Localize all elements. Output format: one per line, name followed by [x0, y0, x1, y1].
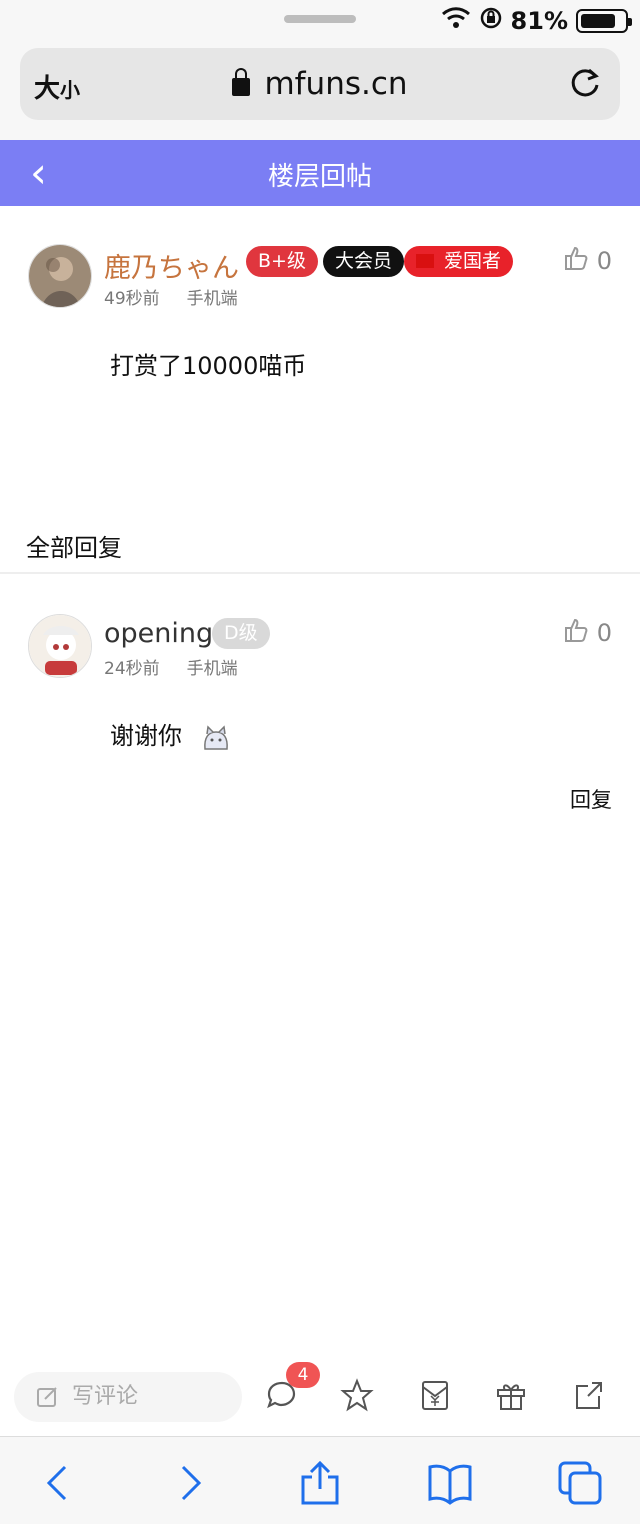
orientation-lock-icon — [479, 6, 503, 36]
share-icon[interactable] — [572, 1378, 606, 1412]
cat-sticker-icon — [200, 723, 232, 751]
bottom-toolbar: 写评论 4 — [0, 1360, 640, 1436]
reply-like-button[interactable]: 0 — [561, 616, 612, 650]
reply-author-name[interactable]: opening — [104, 618, 213, 649]
vip-badge: 大会员 — [323, 246, 405, 277]
back-icon[interactable] — [34, 1459, 82, 1507]
browser-chrome: 大小 mfuns.cn — [0, 40, 640, 140]
red-packet-icon[interactable] — [418, 1378, 452, 1412]
reply-level-badge: D级 — [212, 618, 270, 649]
status-bar: 81% — [0, 0, 640, 40]
battery-percentage: 81% — [510, 7, 568, 35]
star-icon[interactable] — [340, 1378, 374, 1412]
page-title: 楼层回帖 — [267, 162, 372, 192]
patriot-badge: 爱国者 — [404, 246, 514, 277]
reply-post: opening D级 24秒前 手机端 0 谢谢你 — [0, 574, 640, 824]
url-bar[interactable]: 大小 mfuns.cn — [20, 48, 620, 120]
level-badge: B+级 — [246, 246, 318, 277]
reply-meta: 24秒前 手机端 — [104, 654, 238, 679]
patriot-badge-label: 爱国者 — [444, 250, 502, 272]
post-meta: 49秒前 手机端 — [104, 284, 238, 309]
page-header: ‹ 楼层回帖 — [0, 140, 640, 206]
like-button[interactable]: 0 — [561, 244, 612, 278]
status-right: 81% — [441, 6, 632, 36]
reply-content: 谢谢你 — [110, 716, 232, 751]
forward-icon[interactable] — [166, 1459, 214, 1507]
gift-icon[interactable] — [494, 1378, 528, 1412]
thumb-up-icon — [561, 616, 589, 650]
reply-like-count: 0 — [596, 619, 612, 647]
edit-icon — [37, 1387, 57, 1407]
reload-icon[interactable] — [568, 66, 602, 100]
reply-text: 谢谢你 — [110, 722, 182, 750]
author-name[interactable]: 鹿乃ちゃん — [104, 246, 239, 285]
address-field[interactable]: mfuns.cn — [20, 66, 620, 102]
reply-button[interactable]: 回复 — [570, 784, 612, 814]
wifi-icon — [441, 6, 471, 36]
comment-input[interactable]: 写评论 — [14, 1372, 242, 1422]
battery-icon — [576, 9, 632, 33]
comment-icon[interactable]: 4 — [264, 1362, 320, 1412]
bookmarks-icon[interactable] — [426, 1459, 474, 1507]
tabs-icon[interactable] — [556, 1459, 604, 1507]
battery-tip — [628, 18, 632, 26]
battery-level — [581, 14, 615, 28]
main-post: 鹿乃ちゃん B+级 大会员 爱国者 49秒前 手机端 0 打赏了10000喵币 — [0, 206, 640, 526]
comment-placeholder: 写评论 — [72, 1384, 139, 1409]
thumb-up-icon — [561, 244, 589, 278]
reply-avatar[interactable] — [28, 614, 92, 678]
reply-device: 手机端 — [186, 659, 238, 679]
comment-count-badge: 4 — [286, 1362, 320, 1388]
post-time: 49秒前 — [104, 289, 160, 309]
author-avatar[interactable] — [28, 244, 92, 308]
safari-toolbar — [0, 1436, 640, 1524]
post-content: 打赏了10000喵币 — [110, 352, 307, 380]
flag-icon — [416, 254, 434, 268]
lock-icon — [232, 68, 251, 96]
like-count: 0 — [596, 247, 612, 275]
share-icon[interactable] — [296, 1459, 344, 1507]
reply-time: 24秒前 — [104, 659, 160, 679]
replies-heading: 全部回复 — [26, 534, 122, 562]
url-text: mfuns.cn — [264, 66, 408, 102]
post-device: 手机端 — [186, 289, 238, 309]
home-indicator — [284, 15, 356, 23]
